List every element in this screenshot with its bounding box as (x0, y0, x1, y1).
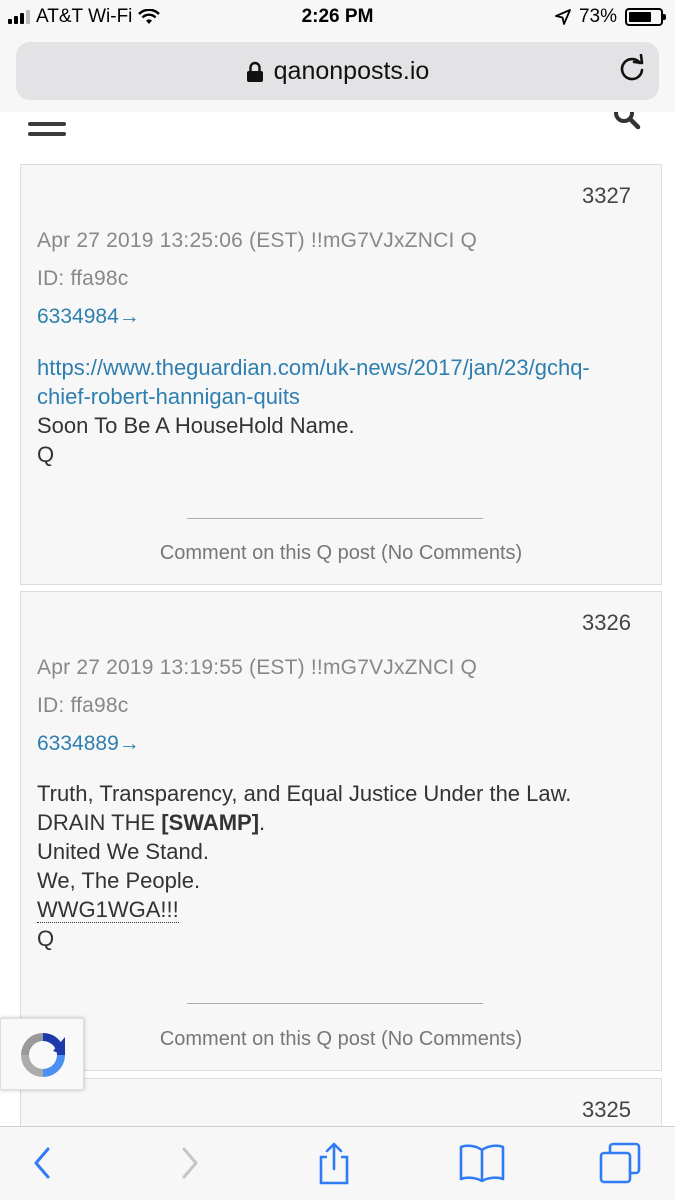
share-button[interactable] (312, 1141, 356, 1185)
post-body: https://www.theguardian.com/uk-news/2017… (37, 353, 647, 469)
address-display: qanonposts.io (16, 57, 659, 86)
bookmarks-button[interactable] (456, 1141, 508, 1185)
post-text: United We Stand. (37, 839, 210, 864)
abbreviation[interactable]: WWG1WGA!!! (37, 897, 179, 923)
post-number: 3325 (582, 1097, 631, 1122)
divider (187, 518, 483, 519)
external-link[interactable]: https://www.theguardian.com/uk-news/2017… (37, 355, 590, 409)
post-id: ID: ffa98c (37, 694, 129, 717)
q-post: 3327 Apr 27 2019 13:25:06 (EST) !!mG7VJx… (20, 164, 662, 585)
post-signature: Q (37, 442, 55, 467)
post-number: 3327 (582, 183, 631, 208)
post-body: Truth, Transparency, and Equal Justice U… (37, 781, 572, 951)
swamp-emphasis: [SWAMP] (161, 810, 260, 835)
reload-icon[interactable] (617, 54, 647, 84)
post-timestamp: Apr 27 2019 13:19:55 (EST) !!mG7VJxZNCI … (37, 656, 478, 679)
q-post: 3326 Apr 27 2019 13:19:55 (EST) !!mG7VJx… (20, 591, 662, 1071)
post-reference-link[interactable]: 6334984→ (37, 305, 140, 329)
post-number: 3326 (582, 610, 631, 635)
post-id: ID: ffa98c (37, 267, 129, 290)
post-text: Truth, Transparency, and Equal Justice U… (37, 781, 572, 806)
post-text: Soon To Be A HouseHold Name. (37, 413, 355, 438)
address-bar[interactable]: qanonposts.io (16, 42, 659, 100)
share-icon (319, 1142, 349, 1185)
post-timestamp: Apr 27 2019 13:25:06 (EST) !!mG7VJxZNCI … (37, 229, 478, 252)
search-icon[interactable] (613, 112, 641, 130)
forward-button[interactable] (168, 1141, 212, 1185)
lock-icon (246, 61, 263, 82)
status-bar: AT&T Wi-Fi 2:26 PM 73% (0, 0, 675, 36)
battery-percent: 73% (578, 6, 617, 27)
status-right: 73% (555, 6, 666, 28)
divider (187, 1003, 483, 1004)
browser-toolbar (0, 1126, 675, 1200)
battery-fill (629, 12, 651, 22)
hamburger-menu-icon[interactable] (28, 122, 66, 142)
back-button[interactable] (20, 1141, 64, 1185)
recaptcha-icon (21, 1033, 65, 1077)
location-arrow-icon (555, 9, 571, 25)
site-header (0, 112, 675, 150)
post-signature: Q (37, 926, 55, 951)
post-text: DRAIN THE (37, 810, 162, 835)
forward-chevron-icon (182, 1147, 198, 1179)
url-text: qanonposts.io (273, 57, 430, 85)
post-text: We, The People. (37, 868, 201, 893)
battery-icon (625, 8, 666, 26)
comment-link[interactable]: Comment on this Q post (No Comments) (21, 1028, 661, 1051)
bookmarks-icon (459, 1144, 505, 1182)
back-chevron-icon (34, 1147, 50, 1179)
browser-chrome: qanonposts.io (0, 36, 675, 112)
comment-link[interactable]: Comment on this Q post (No Comments) (21, 542, 661, 565)
recaptcha-badge[interactable] (0, 1018, 84, 1090)
tabs-icon (599, 1142, 641, 1184)
post-reference-link[interactable]: 6334889→ (37, 732, 140, 756)
tabs-button[interactable] (598, 1141, 642, 1185)
